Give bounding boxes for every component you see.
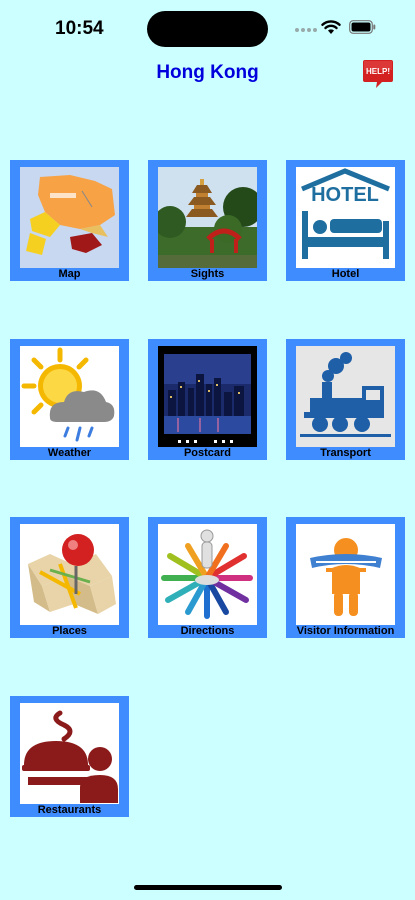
dynamic-island (147, 11, 268, 47)
skyline-icon (158, 346, 257, 447)
tile-sights[interactable]: Sights (148, 160, 267, 281)
help-label: HELP! (366, 67, 390, 76)
compass-arrows-icon (158, 524, 257, 625)
tile-visitor-information[interactable]: Visitor Information (286, 517, 405, 638)
tile-hotel[interactable]: HOTEL Hotel (286, 160, 405, 281)
hotel-bed-icon: HOTEL (296, 167, 395, 268)
tile-label: Hotel (331, 268, 360, 280)
tile-map[interactable]: Map (10, 160, 129, 281)
tile-label: Places (52, 625, 87, 637)
tile-transport[interactable]: Transport (286, 339, 405, 460)
tile-label: Visitor Information (296, 625, 395, 637)
tile-directions[interactable]: Directions (148, 517, 267, 638)
tile-label: Directions (180, 625, 235, 637)
tile-weather[interactable]: Weather (10, 339, 129, 460)
map-pin-icon (20, 524, 119, 625)
information-person-icon (296, 524, 395, 625)
signal-icon (295, 28, 317, 34)
tile-places[interactable]: Places (10, 517, 129, 638)
pagoda-icon (158, 167, 257, 268)
train-icon (296, 346, 395, 447)
tile-label: Map (58, 268, 81, 280)
tile-restaurants[interactable]: Restaurants (10, 696, 129, 817)
sun-cloud-icon (20, 346, 119, 447)
waiter-icon (20, 703, 119, 804)
tile-label: Sights (190, 268, 225, 280)
wifi-icon (321, 20, 341, 34)
tile-label: Weather (47, 447, 92, 459)
battery-icon (349, 20, 376, 34)
map-icon (20, 167, 119, 268)
tile-label: Postcard (183, 447, 232, 459)
status-time: 10:54 (55, 18, 104, 39)
status-bar: 10:54 (0, 0, 415, 54)
tile-postcard[interactable]: Postcard (148, 339, 267, 460)
home-indicator[interactable] (134, 885, 282, 890)
tile-label: Transport (320, 447, 371, 459)
tile-label: Restaurants (37, 804, 102, 816)
page-title: Hong Kong (156, 62, 259, 83)
svg-text:HOTEL: HOTEL (311, 184, 379, 206)
help-button[interactable]: HELP! (362, 58, 394, 90)
